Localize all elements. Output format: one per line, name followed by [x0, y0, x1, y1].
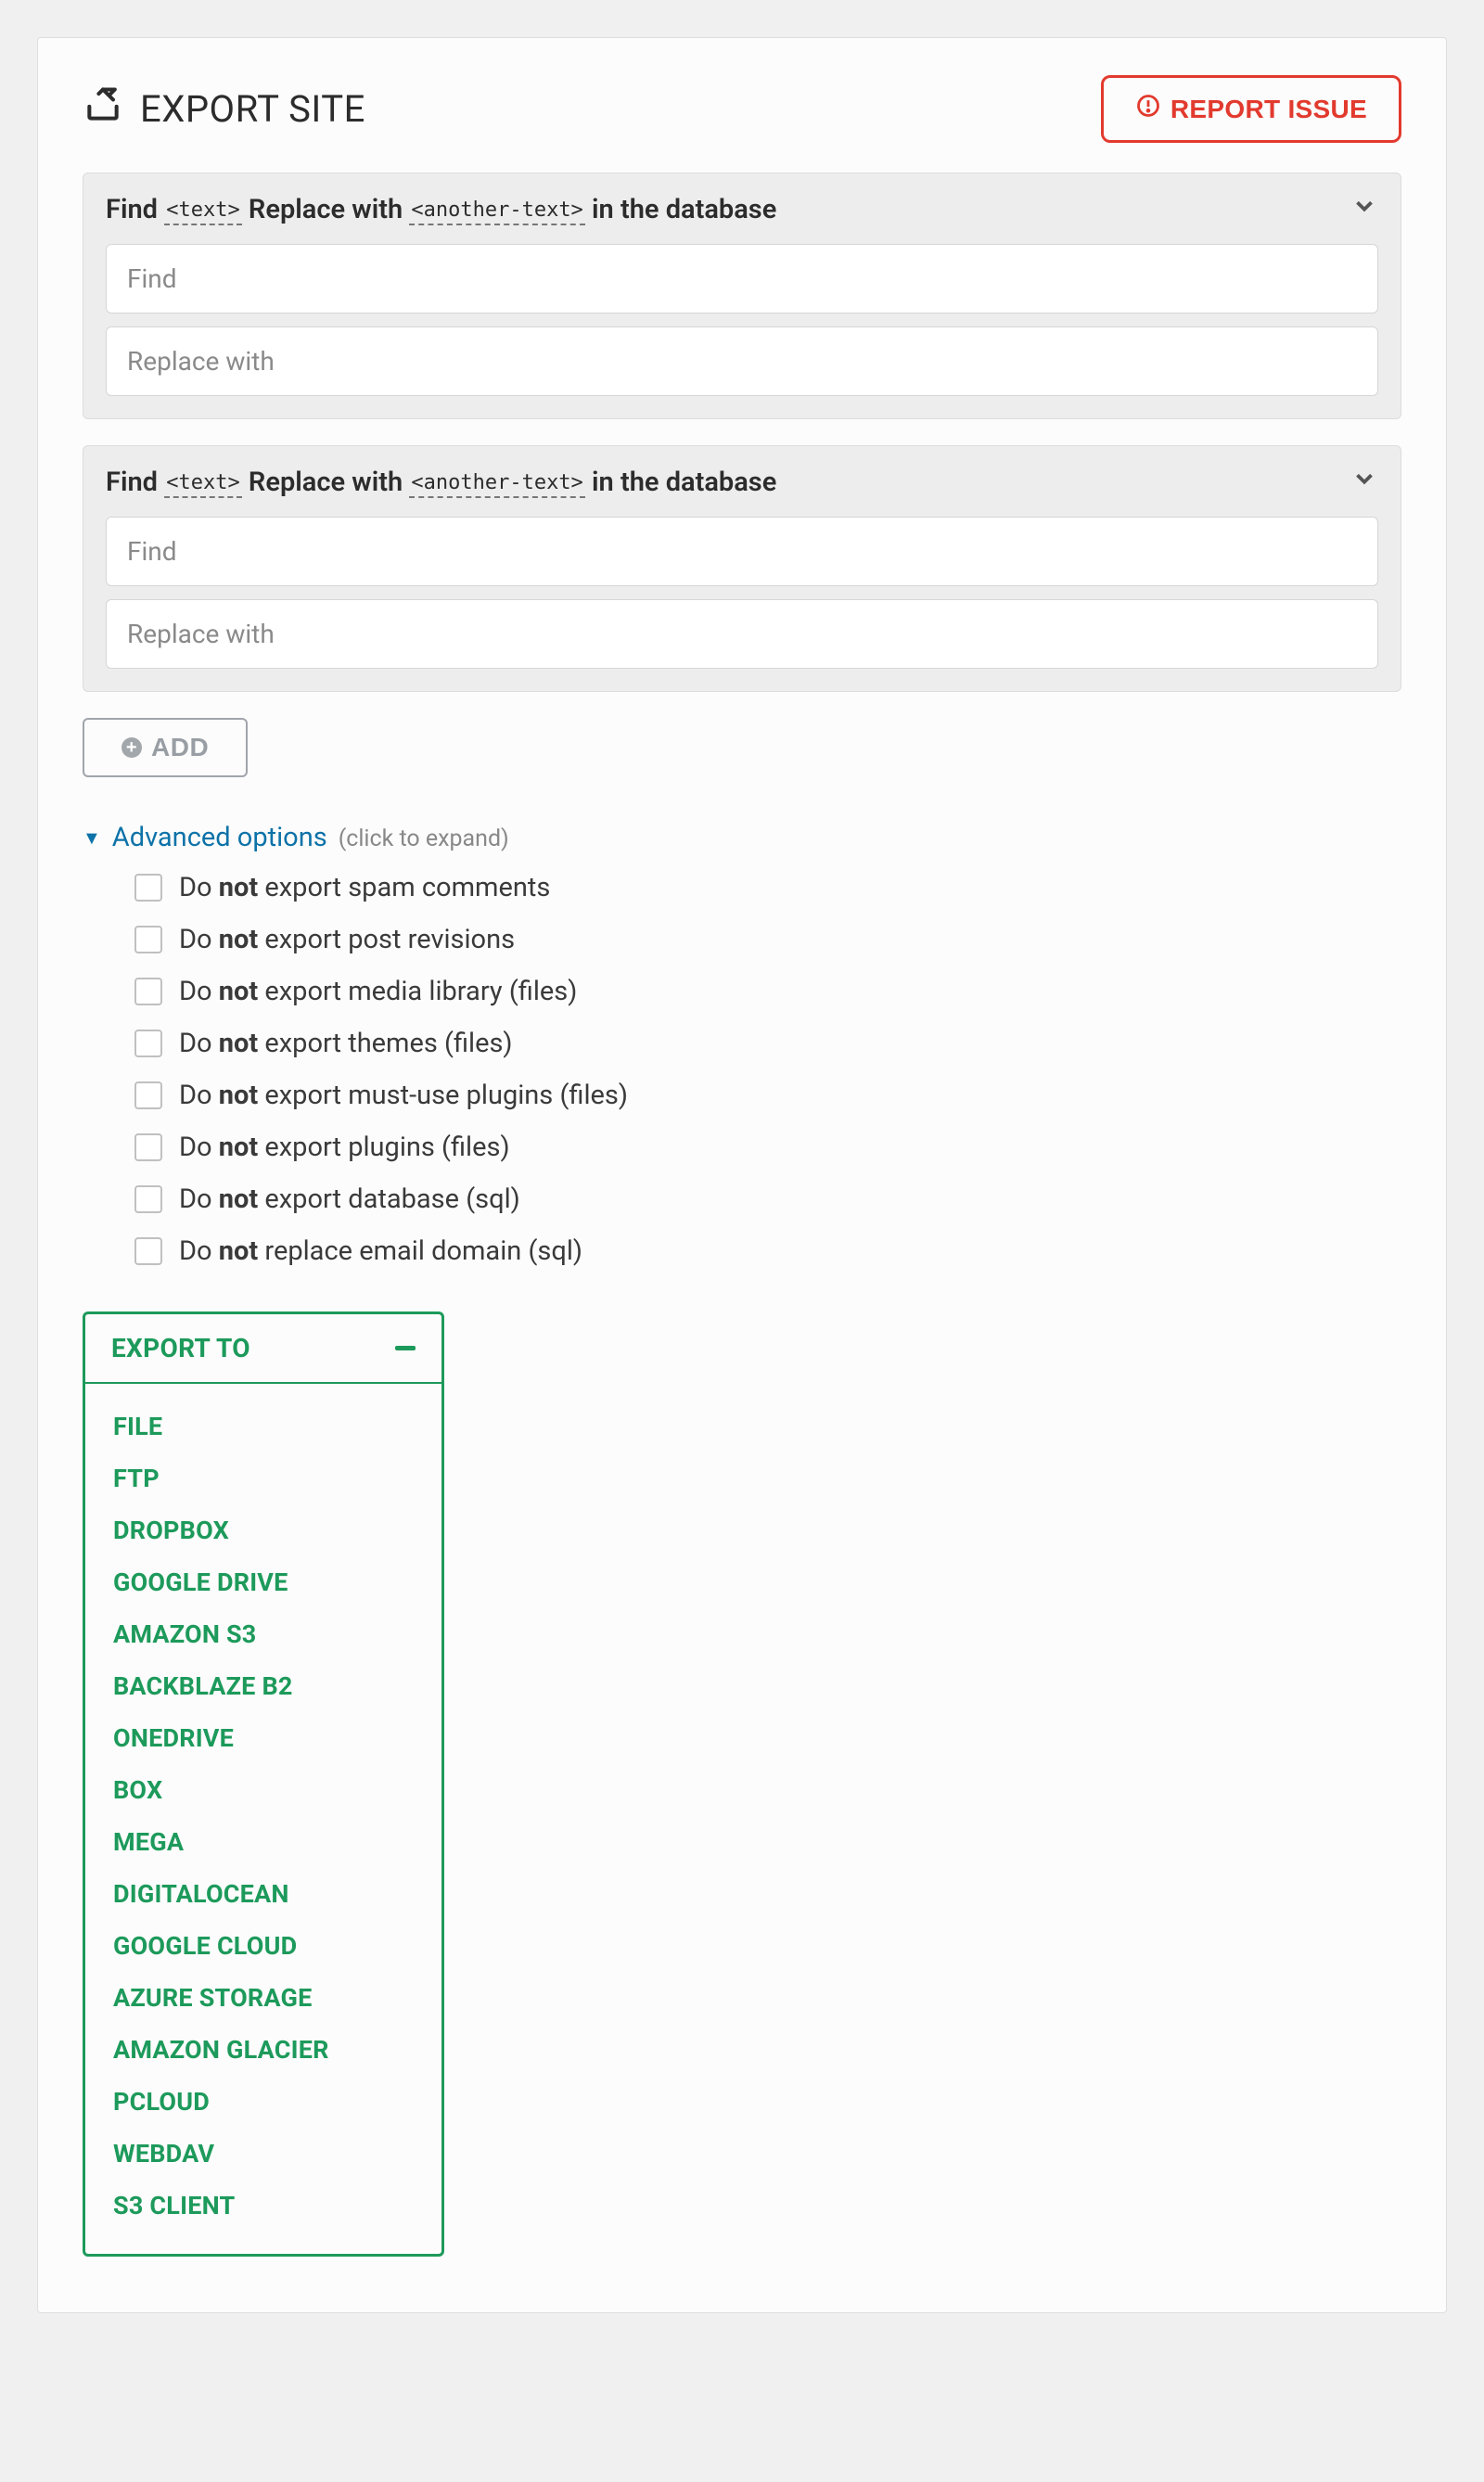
export-target-item[interactable]: S3 CLIENT [85, 2180, 441, 2232]
advanced-option-label: Do not export media library (files) [179, 976, 577, 1007]
export-target-item[interactable]: FTP [85, 1452, 441, 1504]
card-header: EXPORT SITE REPORT ISSUE [83, 75, 1401, 143]
report-issue-label: REPORT ISSUE [1171, 95, 1367, 124]
export-site-card: EXPORT SITE REPORT ISSUE Find <text> Rep… [37, 37, 1447, 2313]
page-title-text: EXPORT SITE [140, 87, 365, 131]
export-to-label: EXPORT TO [111, 1333, 250, 1363]
export-target-item[interactable]: PCLOUD [85, 2076, 441, 2128]
advanced-option-label: Do not export spam comments [179, 872, 550, 903]
advanced-option-checkbox[interactable] [134, 1030, 162, 1057]
advanced-option-row[interactable]: Do not export post revisions [134, 924, 1401, 955]
minus-icon [395, 1346, 416, 1350]
advanced-option-checkbox[interactable] [134, 1081, 162, 1109]
advanced-option-checkbox[interactable] [134, 874, 162, 902]
export-icon [83, 84, 123, 134]
find-replace-header-text: Find <text> Replace with <another-text> … [106, 467, 776, 498]
advanced-option-row[interactable]: Do not export themes (files) [134, 1028, 1401, 1059]
advanced-option-row[interactable]: Do not export database (sql) [134, 1183, 1401, 1215]
export-target-item[interactable]: MEGA [85, 1816, 441, 1868]
find-input[interactable] [106, 517, 1378, 586]
find-replace-panel: Find <text> Replace with <another-text> … [83, 445, 1401, 692]
export-target-item[interactable]: GOOGLE DRIVE [85, 1556, 441, 1608]
advanced-options-list: Do not export spam comments Do not export… [83, 872, 1401, 1267]
add-button[interactable]: + ADD [83, 718, 248, 777]
export-target-item[interactable]: DIGITALOCEAN [85, 1868, 441, 1920]
advanced-option-label: Do not export must-use plugins (files) [179, 1080, 628, 1111]
advanced-option-checkbox[interactable] [134, 926, 162, 953]
advanced-options-hint: (click to expand) [339, 825, 509, 852]
find-replace-panel: Find <text> Replace with <another-text> … [83, 173, 1401, 419]
plus-circle-icon: + [122, 737, 142, 758]
chevron-down-icon[interactable] [1350, 192, 1378, 227]
advanced-option-label: Do not replace email domain (sql) [179, 1235, 582, 1267]
export-target-item[interactable]: DROPBOX [85, 1504, 441, 1556]
replace-input[interactable] [106, 599, 1378, 669]
export-target-item[interactable]: ONEDRIVE [85, 1712, 441, 1764]
advanced-option-label: Do not export themes (files) [179, 1028, 513, 1059]
export-to-header[interactable]: EXPORT TO [85, 1314, 441, 1384]
export-target-item[interactable]: GOOGLE CLOUD [85, 1920, 441, 1972]
export-target-item[interactable]: AMAZON GLACIER [85, 2024, 441, 2076]
advanced-options-label: Advanced options [112, 822, 327, 853]
add-button-label: ADD [151, 733, 209, 762]
report-issue-button[interactable]: REPORT ISSUE [1101, 75, 1401, 143]
advanced-option-label: Do not export post revisions [179, 924, 515, 955]
export-target-item[interactable]: AMAZON S3 [85, 1608, 441, 1660]
find-replace-header[interactable]: Find <text> Replace with <another-text> … [106, 192, 1378, 227]
find-replace-header-text: Find <text> Replace with <another-text> … [106, 194, 776, 225]
advanced-option-row[interactable]: Do not export plugins (files) [134, 1132, 1401, 1163]
advanced-option-row[interactable]: Do not export spam comments [134, 872, 1401, 903]
advanced-option-label: Do not export database (sql) [179, 1183, 520, 1215]
export-target-item[interactable]: BOX [85, 1764, 441, 1816]
alert-icon [1135, 93, 1161, 125]
export-target-item[interactable]: AZURE STORAGE [85, 1972, 441, 2024]
export-target-item[interactable]: BACKBLAZE B2 [85, 1660, 441, 1712]
advanced-options-toggle[interactable]: ▼ Advanced options (click to expand) [83, 822, 1401, 853]
advanced-option-checkbox[interactable] [134, 1133, 162, 1161]
advanced-option-row[interactable]: Do not export media library (files) [134, 976, 1401, 1007]
find-input[interactable] [106, 244, 1378, 313]
export-target-list: FILEFTPDROPBOXGOOGLE DRIVEAMAZON S3BACKB… [85, 1384, 441, 2254]
advanced-option-row[interactable]: Do not replace email domain (sql) [134, 1235, 1401, 1267]
find-replace-header[interactable]: Find <text> Replace with <another-text> … [106, 465, 1378, 500]
export-target-item[interactable]: FILE [85, 1401, 441, 1452]
export-target-item[interactable]: WEBDAV [85, 2128, 441, 2180]
triangle-down-icon: ▼ [83, 826, 101, 850]
advanced-option-checkbox[interactable] [134, 1237, 162, 1265]
advanced-option-label: Do not export plugins (files) [179, 1132, 510, 1163]
advanced-option-checkbox[interactable] [134, 1185, 162, 1213]
advanced-option-row[interactable]: Do not export must-use plugins (files) [134, 1080, 1401, 1111]
advanced-option-checkbox[interactable] [134, 978, 162, 1005]
export-to-menu: EXPORT TO FILEFTPDROPBOXGOOGLE DRIVEAMAZ… [83, 1311, 444, 2257]
page-title: EXPORT SITE [83, 84, 365, 134]
replace-input[interactable] [106, 326, 1378, 396]
chevron-down-icon[interactable] [1350, 465, 1378, 500]
